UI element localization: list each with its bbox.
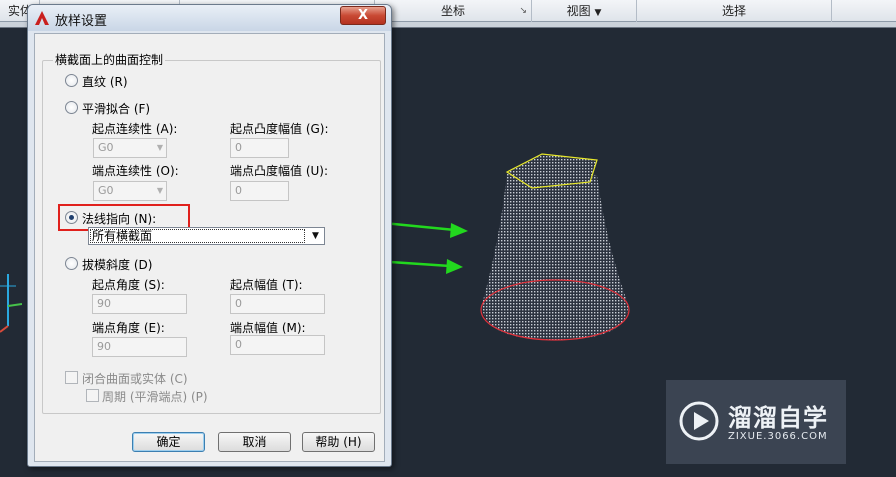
start-magnitude-label: 起点幅值 (T): [230,278,303,292]
end-continuity-value: G0 [98,184,114,197]
close-surface-checkbox[interactable] [65,371,78,384]
normal-to-selected-value: 所有横截面 [90,229,305,243]
close-button[interactable]: X [340,6,386,25]
end-magnitude-label: 端点幅值 (M): [230,321,306,335]
watermark-name: 溜溜自学 [728,404,828,432]
end-continuity-label: 端点连续性 (O): [92,164,179,178]
annotation-arrowhead-1 [450,223,468,238]
chevron-down-icon[interactable]: ▼ [307,228,324,244]
start-bulge-input[interactable]: 0 [230,138,289,158]
start-bulge-label: 起点凸度幅值 (G): [230,122,329,136]
watermark: 溜溜自学 ZIXUE.3066.COM [666,380,846,464]
start-magnitude-input[interactable]: 0 [230,294,325,314]
watermark-url: ZIXUE.3066.COM [728,431,828,442]
autocad-logo-icon [35,11,49,25]
start-angle-label: 起点角度 (S): [92,278,165,292]
start-continuity-select[interactable]: G0 ▼ [93,138,167,158]
end-angle-input[interactable]: 90 [92,337,187,357]
normal-to-select[interactable]: 所有横截面 ▼ [88,227,325,245]
dialog-client-area: 横截面上的曲面控制 直纹 (R) 平滑拟合 (F) 起点连续性 (A): G0 … [34,33,385,462]
chevron-down-icon: ▼ [156,143,163,152]
start-continuity-label: 起点连续性 (A): [92,122,178,136]
smooth-fit-label[interactable]: 平滑拟合 (F) [82,100,150,117]
end-continuity-select[interactable]: G0 ▼ [93,181,167,201]
dialog-title: 放样设置 [55,14,108,29]
end-magnitude-input[interactable]: 0 [230,335,325,355]
end-bulge-input[interactable]: 0 [230,181,289,201]
cancel-button[interactable]: 取消 [218,432,291,452]
help-button[interactable]: 帮助 (H) [302,432,375,452]
loft-surface [482,172,629,340]
ok-button[interactable]: 确定 [132,432,205,452]
draft-angles-radio[interactable] [65,257,78,270]
ruled-radio[interactable] [65,74,78,87]
group-title: 横截面上的曲面控制 [53,51,166,68]
annotation-arrowhead-2 [446,259,463,274]
end-angle-label: 端点角度 (E): [92,321,165,335]
close-surface-label[interactable]: 闭合曲面或实体 (C) [82,370,188,387]
periodic-label[interactable]: 周期 (平滑端点) (P) [102,388,208,405]
smooth-fit-radio[interactable] [65,101,78,114]
chevron-down-icon: ▼ [156,186,163,195]
start-continuity-value: G0 [98,141,114,154]
periodic-checkbox[interactable] [86,389,99,402]
start-angle-input[interactable]: 90 [92,294,187,314]
loft-settings-dialog: 放样设置 X 横截面上的曲面控制 直纹 (R) 平滑拟合 (F) 起点连续性 (… [27,4,392,467]
dialog-titlebar[interactable]: 放样设置 X [28,5,391,31]
ruled-label[interactable]: 直纹 (R) [82,73,128,90]
draft-angles-label[interactable]: 拔模斜度 (D) [82,256,152,273]
end-bulge-label: 端点凸度幅值 (U): [230,164,329,178]
play-logo-icon [679,401,719,441]
